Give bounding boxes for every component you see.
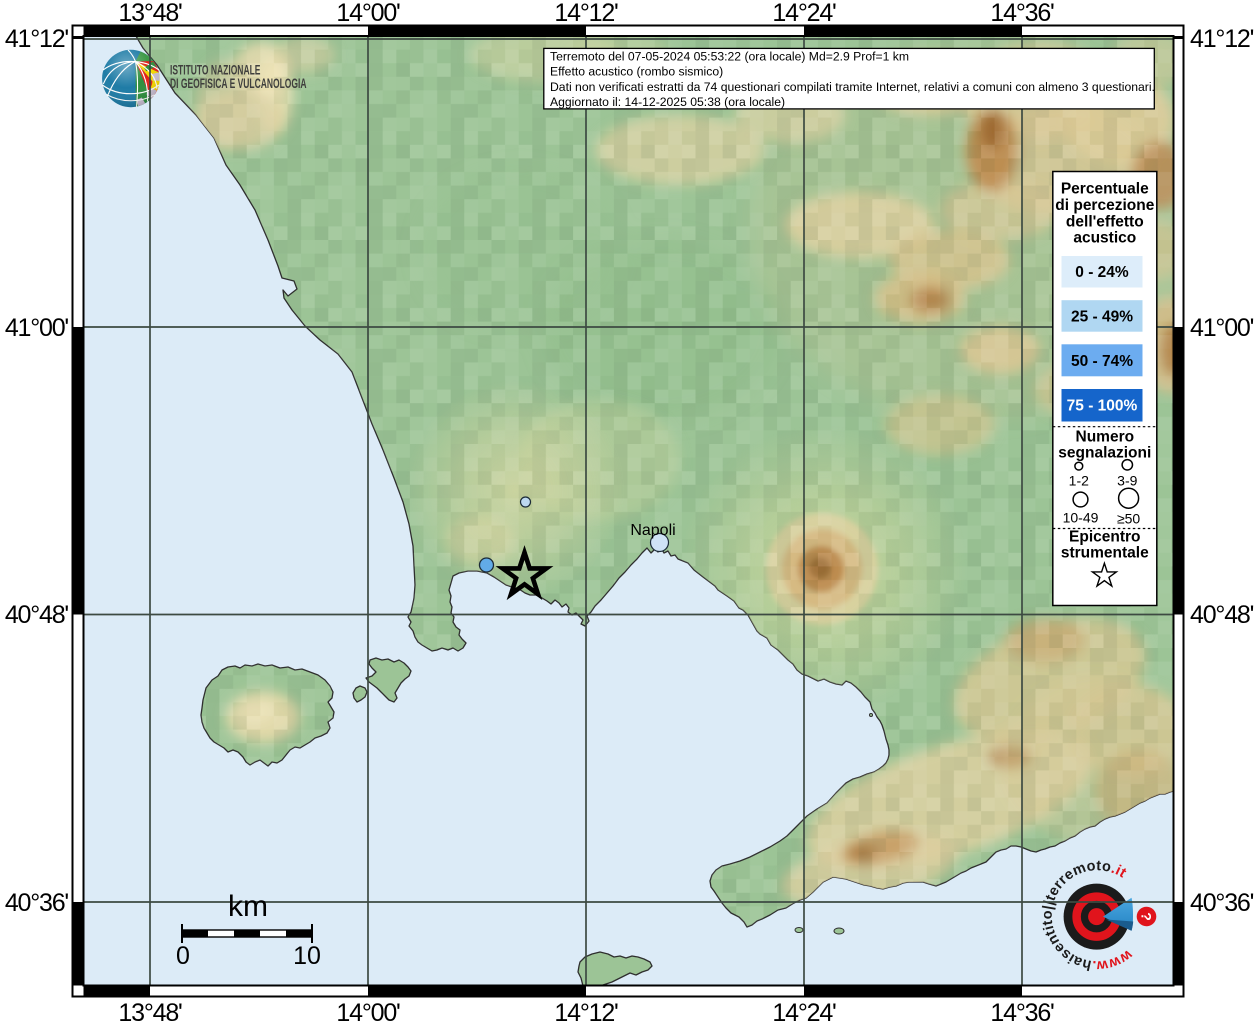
- svg-text:14°00': 14°00': [336, 999, 400, 1024]
- svg-text:14°00': 14°00': [336, 0, 400, 27]
- svg-text:Aggiornato il: 14-12-2025 05:3: Aggiornato il: 14-12-2025 05:38 (ora loc…: [550, 95, 785, 109]
- svg-text:41°12': 41°12': [5, 25, 69, 53]
- svg-text:14°36': 14°36': [990, 0, 1054, 27]
- svg-text:1-2: 1-2: [1069, 473, 1089, 489]
- svg-text:10-49: 10-49: [1063, 510, 1099, 526]
- svg-text:13°48': 13°48': [118, 999, 182, 1024]
- svg-text:strumentale: strumentale: [1061, 545, 1149, 562]
- svg-text:acustico: acustico: [1073, 230, 1136, 247]
- svg-text:Napoli: Napoli: [630, 522, 675, 539]
- svg-text:Terremoto del 07-05-2024 05:53: Terremoto del 07-05-2024 05:53:22 (ora l…: [550, 50, 909, 64]
- svg-text:14°12': 14°12': [554, 999, 618, 1024]
- svg-text:3-9: 3-9: [1117, 473, 1137, 489]
- svg-text:ISTITUTO NAZIONALE: ISTITUTO NAZIONALE: [170, 64, 261, 78]
- svg-text:Effetto acustico (rombo sismic: Effetto acustico (rombo sismico): [550, 65, 723, 79]
- svg-text:Dati non verificati estratti d: Dati non verificati estratti da 74 quest…: [550, 80, 1155, 94]
- svg-text:14°24': 14°24': [772, 0, 836, 27]
- svg-text:km: km: [228, 890, 268, 923]
- svg-text:di percezione: di percezione: [1055, 197, 1154, 214]
- svg-text:25 - 49%: 25 - 49%: [1071, 309, 1133, 326]
- svg-text:41°00': 41°00': [5, 314, 69, 342]
- svg-text:14°36': 14°36': [990, 999, 1054, 1024]
- svg-text:40°48': 40°48': [5, 601, 69, 629]
- svg-text:0 - 24%: 0 - 24%: [1075, 264, 1129, 281]
- svg-text:14°12': 14°12': [554, 0, 618, 27]
- svg-text:14°24': 14°24': [772, 999, 836, 1024]
- svg-text:0: 0: [176, 942, 190, 970]
- svg-text:≥50: ≥50: [1117, 511, 1140, 527]
- svg-text:Percentuale: Percentuale: [1061, 181, 1149, 198]
- svg-text:75 - 100%: 75 - 100%: [1067, 398, 1138, 415]
- svg-text:41°00': 41°00': [1190, 314, 1254, 342]
- svg-text:Epicentro: Epicentro: [1069, 528, 1140, 545]
- svg-text:DI GEOFISICA E VULCANOLOGIA: DI GEOFISICA E VULCANOLOGIA: [170, 77, 307, 91]
- svg-text:dell'effetto: dell'effetto: [1066, 213, 1144, 230]
- svg-text:50 - 74%: 50 - 74%: [1071, 353, 1133, 370]
- svg-text:segnalazioni: segnalazioni: [1058, 445, 1151, 462]
- svg-text:13°48': 13°48': [118, 0, 182, 27]
- svg-text:41°12': 41°12': [1190, 25, 1254, 53]
- svg-text:40°36': 40°36': [1190, 889, 1254, 917]
- svg-text:40°48': 40°48': [1190, 601, 1254, 629]
- svg-text:10: 10: [293, 942, 321, 970]
- svg-text:40°36': 40°36': [5, 889, 69, 917]
- svg-text:?: ?: [1139, 912, 1155, 921]
- svg-text:Numero: Numero: [1076, 428, 1135, 445]
